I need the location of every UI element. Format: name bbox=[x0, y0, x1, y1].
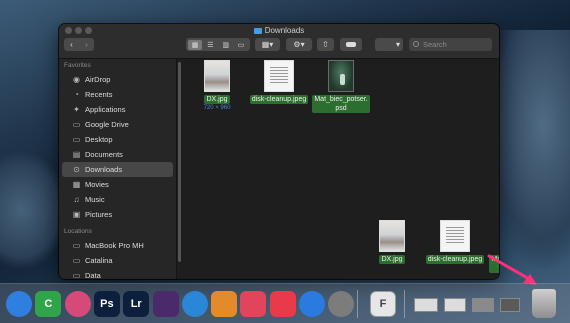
desktop-icon: ▭ bbox=[72, 135, 81, 144]
back-button[interactable]: ‹ bbox=[64, 40, 79, 49]
font-book-icon[interactable]: F bbox=[370, 291, 396, 317]
sidebar-item-label: Pictures bbox=[85, 210, 113, 219]
search-icon bbox=[413, 41, 419, 47]
file-thumbnail bbox=[440, 220, 470, 252]
sidebar-item-label: Music bbox=[85, 195, 105, 204]
file-thumbnail bbox=[204, 60, 230, 92]
screencast-app-icon[interactable] bbox=[240, 291, 267, 317]
gallery-view-button[interactable]: ▭ bbox=[234, 40, 248, 50]
column-view-button[interactable]: ▥ bbox=[219, 40, 233, 50]
minimized-window[interactable] bbox=[500, 298, 520, 312]
drive-icon: ▭ bbox=[72, 256, 81, 265]
sidebar-item-macbook-pro-mh[interactable]: ▭ MacBook Pro MH bbox=[62, 238, 173, 253]
finder-titlebar: Downloads ‹ › ▦ ☰ ▥ ▭ ▦ ▾ ⚙ ▾ ⇧ ▾ Search bbox=[59, 24, 499, 59]
back-forward-control: ‹ › bbox=[64, 38, 94, 51]
favorites-header: Favorites bbox=[64, 62, 91, 69]
file-thumbnail bbox=[379, 220, 405, 252]
movies-icon: ▦ bbox=[72, 180, 81, 189]
drive-icon: ▭ bbox=[72, 271, 81, 279]
minimized-window[interactable] bbox=[472, 298, 494, 312]
sidebar-item-google-drive[interactable]: ▭ Google Drive bbox=[62, 117, 173, 132]
locations-header: Locations bbox=[64, 228, 92, 235]
sidebar-item-label: MacBook Pro MH bbox=[85, 241, 144, 250]
minimized-window[interactable] bbox=[414, 298, 438, 312]
clock-icon: ◔ bbox=[74, 90, 79, 99]
tag-icon bbox=[346, 42, 356, 47]
bulb-app-icon[interactable] bbox=[181, 291, 208, 317]
sidebar-item-airdrop[interactable]: ◉ AirDrop bbox=[62, 72, 173, 87]
recorder-app-icon[interactable] bbox=[269, 291, 296, 317]
icon-view-button[interactable]: ▦ bbox=[188, 39, 202, 50]
lightroom-icon[interactable]: Lr bbox=[123, 291, 150, 317]
sidebar-item-data[interactable]: ▭ Data bbox=[62, 268, 173, 279]
airdrop-icon: ◉ bbox=[73, 75, 80, 84]
folder-icon bbox=[253, 28, 262, 34]
sidebar-item-applications[interactable]: ✦ Applications bbox=[62, 102, 173, 117]
sidebar-item-catalina[interactable]: ▭ Catalina bbox=[62, 253, 173, 268]
cloud-upload-icon[interactable] bbox=[299, 291, 325, 317]
lips-app-icon[interactable] bbox=[64, 291, 91, 317]
group-by-button[interactable]: ▦ ▾ bbox=[255, 38, 280, 51]
photoshop-icon[interactable]: Ps bbox=[93, 291, 120, 317]
sidebar-item-label: Desktop bbox=[85, 135, 113, 144]
sidebar-item-label: Applications bbox=[85, 105, 126, 114]
sidebar-item-label: Recents bbox=[85, 90, 113, 99]
sidebar-item-pictures[interactable]: ▣ Pictures bbox=[62, 207, 173, 222]
file-name: disk-cleanup.jpeg bbox=[249, 95, 309, 104]
sidebar-item-label: Downloads bbox=[85, 165, 123, 174]
applications-icon: ✦ bbox=[73, 105, 80, 114]
trash-icon[interactable] bbox=[532, 289, 556, 318]
share-button[interactable]: ⇧ bbox=[317, 38, 334, 51]
sidebar-item-documents[interactable]: ▤ Documents bbox=[62, 147, 173, 162]
camtasia-icon[interactable]: C bbox=[35, 291, 62, 317]
tag-button[interactable] bbox=[340, 38, 362, 51]
pages-icon[interactable] bbox=[211, 291, 238, 317]
folder-icon: ▭ bbox=[72, 120, 81, 129]
finder-dock-icon[interactable] bbox=[6, 291, 32, 317]
file-name: DX.jpg bbox=[204, 95, 230, 104]
pictures-icon: ▣ bbox=[72, 210, 81, 219]
system-preferences-icon[interactable] bbox=[328, 291, 355, 317]
dock-separator bbox=[357, 290, 358, 318]
file-item[interactable]: Mat_biec_potser. psd bbox=[302, 60, 380, 113]
file-name: disk-cleanup.jpeg bbox=[425, 255, 485, 264]
file-area: DX.jpg 720 × 960 disk-cleanup.jpeg Mat_b… bbox=[183, 59, 499, 279]
forward-button[interactable]: › bbox=[79, 40, 94, 49]
minimized-window[interactable] bbox=[444, 298, 466, 312]
sidebar-item-label: AirDrop bbox=[85, 75, 111, 84]
file-dimensions: 720 × 960 bbox=[203, 105, 231, 111]
list-view-button[interactable]: ☰ bbox=[203, 40, 217, 50]
finder-window: Downloads ‹ › ▦ ☰ ▥ ▭ ▦ ▾ ⚙ ▾ ⇧ ▾ Search F… bbox=[59, 24, 499, 279]
sidebar-item-label: Google Drive bbox=[85, 120, 129, 129]
sidebar-item-desktop[interactable]: ▭ Desktop bbox=[62, 132, 173, 147]
music-icon: ♫ bbox=[73, 195, 80, 204]
sidebar-item-label: Data bbox=[85, 271, 101, 279]
file-name: Mat_biec_potser. psd bbox=[312, 95, 370, 113]
view-mode-control: ▦ ☰ ▥ ▭ bbox=[186, 38, 250, 51]
window-title: Downloads bbox=[59, 26, 499, 35]
sidebar-item-recents[interactable]: ◔ Recents bbox=[62, 87, 173, 102]
dock-separator bbox=[404, 290, 405, 318]
path-dropdown[interactable]: ▾ bbox=[375, 38, 403, 51]
sidebar-item-movies[interactable]: ▦ Movies bbox=[62, 177, 173, 192]
sidebar-item-downloads[interactable]: ⊙ Downloads bbox=[62, 162, 173, 177]
document-icon: ▤ bbox=[72, 150, 81, 159]
file-thumbnail bbox=[328, 60, 354, 92]
sidebar-item-label: Movies bbox=[85, 180, 109, 189]
file-thumbnail bbox=[264, 60, 294, 92]
sidebar-item-music[interactable]: ♫ Music bbox=[62, 192, 173, 207]
dock: C Ps Lr F bbox=[0, 283, 570, 323]
search-field[interactable]: Search bbox=[409, 38, 492, 51]
finder-sidebar: Favorites ◉ AirDrop ◔ Recents ✦ Applications ▭… bbox=[59, 59, 177, 279]
sidebar-item-label: Catalina bbox=[85, 256, 113, 265]
download-icon: ⊙ bbox=[73, 165, 80, 174]
file-name: DX.jpg bbox=[379, 255, 405, 264]
final-cut-icon[interactable] bbox=[152, 291, 179, 317]
sidebar-item-label: Documents bbox=[85, 150, 123, 159]
laptop-icon: ▭ bbox=[72, 241, 81, 250]
action-menu-button[interactable]: ⚙ ▾ bbox=[286, 38, 312, 51]
